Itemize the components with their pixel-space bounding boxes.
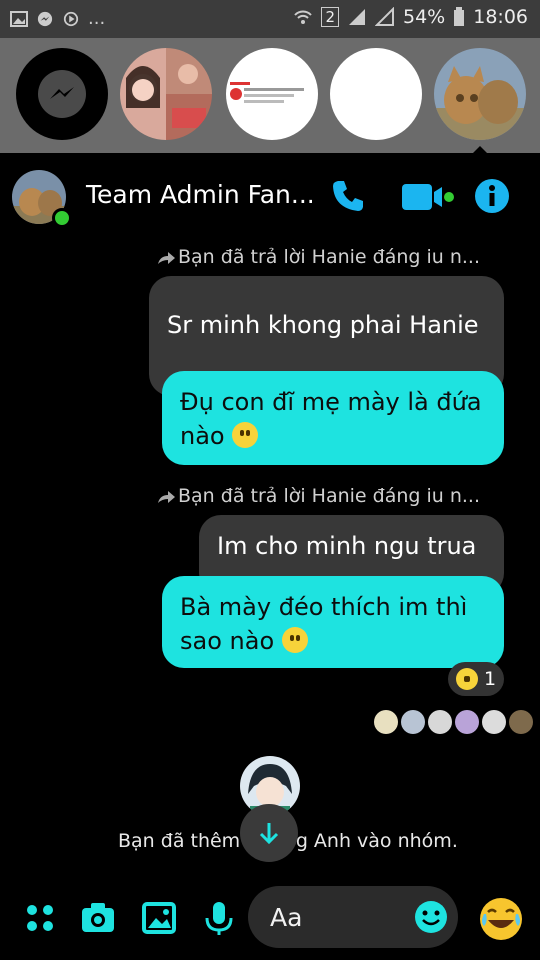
gallery-icon [10,10,28,27]
sent-message[interactable]: Bà mày đéo thích im thì sao nào [162,576,504,668]
reply-note: Bạn đã trả lời Hanie đáng iu n... [178,485,481,507]
status-bar: ... 2 54% 18:06 [0,0,540,38]
more-actions-icon[interactable] [22,900,58,936]
sent-message[interactable]: Đụ con đĩ mẹ mày là đứa nào [162,371,504,465]
quoted-message-text: Sr minh khong phai Hanie [167,311,479,339]
chat-head-girls[interactable] [120,48,212,140]
video-call-icon[interactable] [402,182,454,212]
video-notification-icon [63,11,79,26]
reply-arrow-icon [158,252,175,264]
seen-avatar [374,710,398,734]
chat-head-blank[interactable] [330,48,422,140]
message-input[interactable] [268,898,402,936]
chat-head-cats[interactable] [434,48,526,140]
smiley-emoji-icon [232,422,259,448]
laughing-emoji-send-icon[interactable] [478,896,524,942]
camera-icon[interactable] [80,900,116,936]
wifi-icon [294,10,313,24]
conversation-title[interactable]: Team Admin Fan... [86,180,315,209]
message-composer[interactable] [248,886,458,948]
smiley-emoji-icon [281,627,308,653]
sent-message-text: Đụ con đĩ mẹ mày là đứa nào [180,388,482,450]
clock: 18:06 [473,6,528,28]
quoted-message-text: Im cho minh ngu trua [217,532,477,560]
emoji-picker-icon[interactable] [414,900,448,934]
gallery-icon[interactable] [141,900,177,936]
reply-note: Bạn đã trả lời Hanie đáng iu n... [178,246,481,268]
sent-message-text: Bà mày đéo thích im thì sao nào [180,593,468,655]
more-notifications-label: ... [88,8,106,29]
seen-avatar [509,710,533,734]
phone-icon[interactable] [330,178,366,214]
signal-icon [349,9,365,25]
reply-arrow-icon [158,491,175,503]
seen-avatar [455,710,479,734]
messenger-notification-icon [37,11,53,26]
reaction-badge[interactable]: 1 [448,662,504,696]
battery-percent: 54% [403,6,446,28]
chat-head-document[interactable] [226,48,318,140]
info-icon[interactable] [474,178,510,214]
scroll-to-bottom-button[interactable] [240,804,298,862]
seen-avatar [401,710,425,734]
messenger-icon[interactable] [16,48,108,140]
seen-avatar [482,710,506,734]
online-indicator [52,208,72,228]
arrow-down-icon [259,823,279,845]
reaction-count: 1 [483,668,497,690]
microphone-icon[interactable] [201,900,237,936]
chat-heads-bar [0,38,540,153]
battery-icon [454,7,465,26]
laughing-emoji-icon [455,668,478,690]
signal-icon-2 [375,7,394,26]
sim-badge: 2 [321,7,339,27]
seen-avatar [428,710,452,734]
